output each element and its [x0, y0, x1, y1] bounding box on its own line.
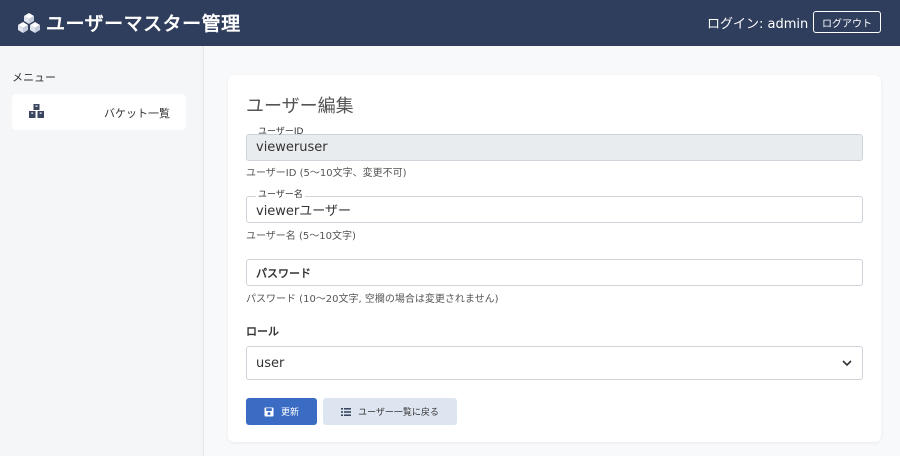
update-button-label: 更新	[280, 408, 299, 418]
edit-user-card: ユーザー編集 vieweruser ユーザーID ユーザーID (5～10文字、…	[228, 75, 881, 442]
chevron-down-icon	[842, 360, 852, 367]
sidebar-item-label: バケット一覧	[104, 107, 170, 120]
page-title: ユーザー編集	[246, 96, 354, 117]
user-id-help: ユーザーID (5～10文字、変更不可)	[246, 168, 407, 179]
boxes-icon	[29, 104, 44, 118]
user-id-label: ユーザーID	[258, 127, 304, 137]
list-icon	[341, 407, 352, 416]
update-button[interactable]: 更新	[246, 398, 317, 425]
top-navbar: ユーザーマスター管理 ログイン: admin ログアウト	[0, 0, 900, 46]
role-selected-value: user	[256, 355, 285, 371]
password-help: パスワード (10～20文字, 空欄の場合は変更されません)	[246, 294, 499, 305]
back-to-user-list-button[interactable]: ユーザー一覧に戻る	[323, 398, 457, 425]
password-placeholder: パスワード	[256, 266, 311, 280]
menu-heading: メニュー	[12, 71, 56, 84]
cubes-icon	[18, 12, 40, 33]
user-name-label: ユーザー名	[256, 190, 305, 200]
login-status: ログイン: admin	[707, 17, 809, 32]
save-icon	[264, 407, 274, 416]
app-title: ユーザーマスター管理	[46, 13, 241, 35]
logout-button[interactable]: ログアウト	[813, 11, 881, 33]
back-button-label: ユーザー一覧に戻る	[358, 408, 439, 418]
role-select[interactable]: user	[246, 346, 863, 380]
user-name-help: ユーザー名 (5～10文字)	[246, 231, 356, 242]
sidebar: メニュー バケット一覧	[0, 46, 204, 456]
user-name-value: viewerユーザー	[256, 204, 352, 219]
sidebar-item-bucket-list[interactable]: バケット一覧	[12, 94, 186, 130]
role-label: ロール	[246, 325, 279, 338]
user-id-value: vieweruser	[256, 140, 328, 155]
user-id-field[interactable]: vieweruser	[246, 134, 863, 161]
password-field[interactable]: パスワード	[246, 259, 863, 286]
user-name-field[interactable]: viewerユーザー	[246, 196, 863, 223]
brand[interactable]: ユーザーマスター管理	[18, 9, 241, 36]
